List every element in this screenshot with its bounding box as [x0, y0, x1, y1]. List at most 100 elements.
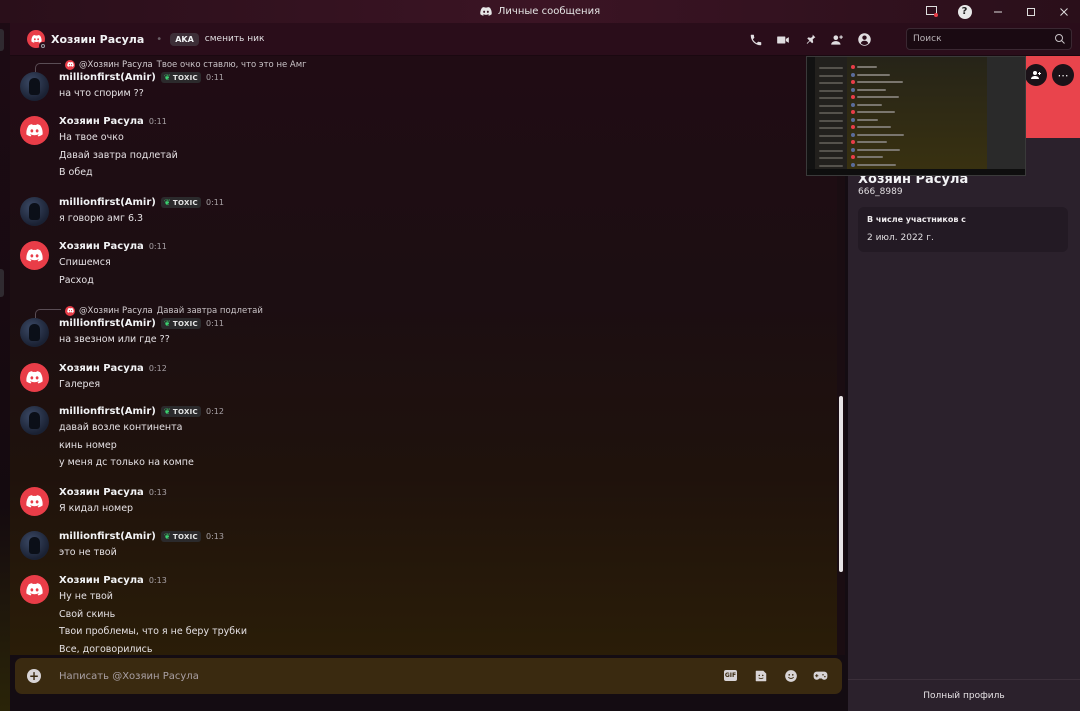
user-profile-toggle-button[interactable] [856, 32, 872, 48]
clan-tag-badge[interactable]: ❦ TOXIC [160, 406, 201, 417]
add-attachment-button[interactable]: + [27, 669, 41, 683]
member-since-card: В числе участников с 2 июл. 2022 г. [858, 207, 1068, 252]
message-text: это не твой [59, 547, 117, 558]
sticker-button[interactable] [753, 668, 768, 683]
minimize-button[interactable] [981, 0, 1014, 23]
member-since-label: В числе участников с [867, 215, 966, 224]
preview-channel-line [819, 104, 843, 107]
message-text: В обед [59, 167, 93, 179]
preview-channel-line [819, 149, 843, 152]
message-text: на что спорим ?? [59, 88, 144, 99]
voice-call-button[interactable] [748, 32, 764, 48]
preview-avatar [851, 87, 855, 92]
pin-icon [806, 34, 815, 44]
message-author[interactable]: Хозяин Расула [59, 363, 144, 374]
user-avatar[interactable] [20, 406, 49, 435]
preview-avatar [851, 72, 855, 77]
help-button[interactable]: ? [948, 0, 981, 23]
user-avatar[interactable] [20, 116, 49, 145]
user-avatar[interactable] [20, 363, 49, 392]
preview-text-line [857, 163, 896, 166]
preview-avatar [851, 132, 855, 137]
user-avatar[interactable] [20, 241, 49, 270]
dm-avatar[interactable] [27, 30, 47, 50]
chat-messages[interactable]: @Хозяин Расула Твое очко ставлю, что это … [10, 56, 845, 655]
user-avatar[interactable] [20, 531, 49, 560]
full-profile-button[interactable]: Полный профиль [848, 679, 1080, 711]
reply-reference[interactable]: @Хозяин Расула Твое очко ставлю, что это … [35, 57, 307, 72]
clan-tag-badge[interactable]: ❦ TOXIC [160, 197, 201, 208]
message-timestamp: 0:11 [206, 319, 224, 328]
message-input[interactable] [59, 670, 659, 682]
screen-share-status-icon[interactable] [915, 0, 948, 23]
message-author[interactable]: Хозяин Расула [59, 575, 144, 586]
user-avatar[interactable] [20, 575, 49, 604]
user-avatar[interactable] [20, 318, 49, 347]
preview-text-line [857, 96, 899, 98]
profile-username: 666_8989 [858, 187, 903, 197]
preview-text-line [857, 141, 887, 143]
message-text: на звезном или где ?? [59, 334, 170, 345]
user-avatar[interactable] [20, 197, 49, 226]
search-input[interactable] [913, 34, 1053, 44]
reply-spine [35, 63, 61, 72]
message-text: Свой скинь [59, 608, 116, 620]
preview-avatar [851, 80, 855, 84]
leaf-icon: ❦ [163, 319, 171, 328]
discord-logo-icon [480, 7, 492, 16]
clan-tag-badge[interactable]: ❦ TOXIC [160, 318, 201, 329]
preview-avatar [851, 95, 855, 99]
message-author[interactable]: millionfirst(Amir) [59, 531, 156, 542]
add-friend-button[interactable] [1025, 64, 1047, 86]
message-composer: + GIF [15, 658, 842, 694]
clan-tag-badge[interactable]: ❦ TOXIC [160, 72, 201, 83]
message-author[interactable]: millionfirst(Amir) [59, 72, 156, 83]
message-author[interactable]: Хозяин Расула [59, 241, 144, 252]
search-icon [1055, 34, 1065, 44]
reply-spine [35, 309, 61, 318]
screen-share-preview[interactable] [806, 56, 1026, 176]
preview-avatar [851, 147, 855, 152]
emoji-button[interactable] [783, 668, 798, 683]
preview-channel-line [819, 74, 843, 77]
discord-logo-icon [26, 249, 43, 262]
message-text: Твои проблемы, что я не беру трубки [59, 626, 248, 638]
message-author[interactable]: Хозяин Расула [59, 487, 144, 498]
message-author[interactable]: Хозяин Расула [59, 116, 144, 127]
message-author[interactable]: millionfirst(Amir) [59, 406, 156, 417]
message-text: давай возле континента [59, 422, 183, 433]
reply-text: Давай завтра подлетай [156, 305, 263, 316]
reply-avatar [65, 59, 75, 70]
add-friends-to-dm-button[interactable] [829, 32, 845, 48]
aka-badge: AKA [170, 32, 199, 46]
clan-tag-text: TOXIC [172, 73, 198, 82]
video-call-button[interactable] [775, 32, 791, 48]
activities-button[interactable] [813, 668, 828, 683]
gif-button[interactable]: GIF [723, 668, 738, 683]
leaf-icon: ❦ [163, 407, 171, 416]
dm-name[interactable]: Хозяин Расула [51, 33, 144, 46]
clan-tag-badge[interactable]: ❦ TOXIC [160, 531, 201, 542]
close-window-button[interactable] [1047, 0, 1080, 23]
reply-text: Твое очко ставлю, что это не Амг [156, 59, 307, 70]
preview-side-panel [987, 57, 1025, 175]
more-options-button[interactable]: ⋯ [1052, 64, 1074, 86]
close-icon [1059, 7, 1068, 16]
message-author[interactable]: millionfirst(Amir) [59, 318, 156, 329]
preview-text-line [857, 81, 903, 83]
message-text: Расход [59, 274, 94, 286]
search-box[interactable] [906, 28, 1072, 50]
add-user-icon [831, 34, 843, 45]
user-avatar[interactable] [20, 487, 49, 516]
reply-reference[interactable]: @Хозяин Расула Давай завтра подлетай [35, 303, 263, 318]
reply-author: @Хозяин Расула [79, 59, 153, 70]
user-avatar[interactable] [20, 72, 49, 101]
message-author[interactable]: millionfirst(Amir) [59, 197, 156, 208]
scrollbar-thumb[interactable] [839, 396, 843, 572]
window-title-text: Личные сообщения [497, 6, 601, 17]
message-timestamp: 0:13 [206, 532, 224, 541]
pinned-messages-button[interactable] [802, 32, 818, 48]
change-nick-link[interactable]: сменить ник [205, 34, 265, 44]
separator-dot: • [156, 33, 163, 45]
maximize-button[interactable] [1014, 0, 1047, 23]
